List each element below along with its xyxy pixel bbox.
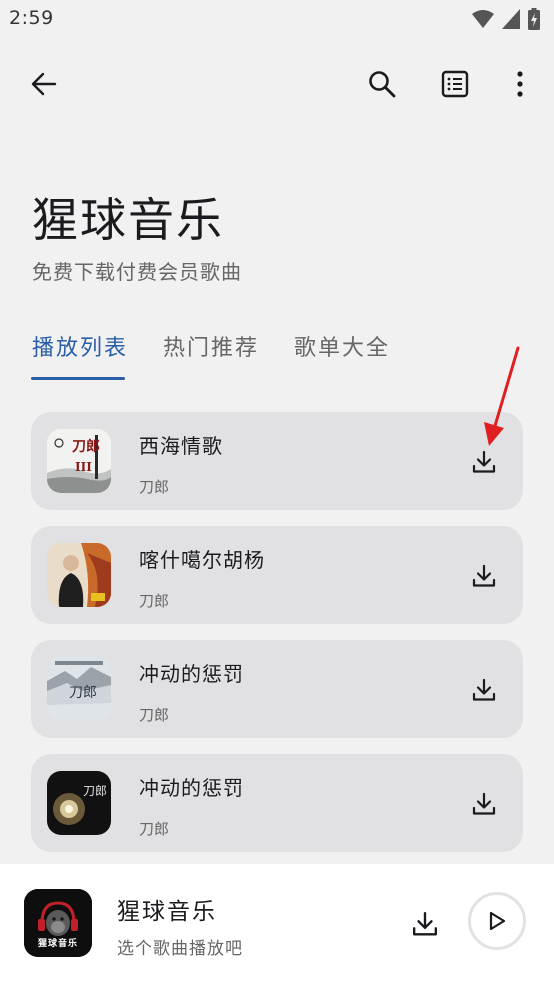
album-cover: 刀郎 III <box>47 429 111 493</box>
download-button[interactable] <box>471 449 497 475</box>
download-icon <box>472 564 496 587</box>
download-icon <box>472 678 496 701</box>
more-vertical-icon <box>517 71 523 97</box>
tab-playlist-collection[interactable]: 歌单大全 <box>294 330 390 362</box>
page-subtitle: 免费下载付费会员歌曲 <box>32 260 242 284</box>
tab-playlist[interactable]: 播放列表 <box>32 330 128 362</box>
wifi-icon <box>472 10 494 28</box>
tab-active-indicator <box>31 377 125 380</box>
battery-charging-icon <box>528 8 540 30</box>
song-title: 冲动的惩罚 <box>139 776 244 800</box>
app-logo-text: 猩球音乐 <box>37 939 78 949</box>
download-icon <box>472 792 496 815</box>
status-bar: 2:59 <box>0 0 554 38</box>
tab-hot-recommend[interactable]: 热门推荐 <box>163 330 259 362</box>
download-button[interactable] <box>471 677 497 703</box>
song-card[interactable]: 刀郎 冲动的惩罚 刀郎 <box>31 640 523 738</box>
toolbar <box>0 56 554 116</box>
album-cover: 刀郎 <box>47 657 111 721</box>
svg-text:刀郎: 刀郎 <box>83 784 107 798</box>
list-view-button[interactable] <box>433 62 477 106</box>
song-artist: 刀郎 <box>139 820 170 838</box>
album-cover: 刀郎 <box>47 771 111 835</box>
app-logo: 猩球音乐 <box>24 889 92 957</box>
cellular-signal-icon <box>502 9 520 29</box>
page-title: 猩球音乐 <box>32 193 224 247</box>
player-download-button[interactable] <box>410 909 440 939</box>
song-title: 西海情歌 <box>139 434 223 458</box>
song-title: 喀什噶尔胡杨 <box>139 548 265 572</box>
song-artist: 刀郎 <box>139 706 170 724</box>
download-button[interactable] <box>471 563 497 589</box>
search-button[interactable] <box>360 62 404 106</box>
search-icon <box>369 71 396 98</box>
song-card[interactable]: 喀什噶尔胡杨 刀郎 <box>31 526 523 624</box>
song-artist: 刀郎 <box>139 592 170 610</box>
download-icon <box>472 450 496 473</box>
back-button[interactable] <box>22 62 66 106</box>
svg-text:刀郎: 刀郎 <box>72 438 100 455</box>
download-button[interactable] <box>471 791 497 817</box>
more-options-button[interactable] <box>500 62 540 106</box>
svg-text:刀郎: 刀郎 <box>69 685 97 701</box>
svg-text:III: III <box>75 460 92 474</box>
song-card[interactable]: 刀郎 冲动的惩罚 刀郎 <box>31 754 523 852</box>
status-icons <box>472 8 540 30</box>
play-button[interactable] <box>468 892 526 950</box>
player-title: 猩球音乐 <box>117 899 217 925</box>
list-view-icon <box>441 70 469 98</box>
album-cover <box>47 543 111 607</box>
song-list: 刀郎 III 西海情歌 刀郎 喀什噶尔胡杨 刀郎 刀郎 冲动的惩罚 刀郎 刀郎 … <box>31 412 523 868</box>
song-artist: 刀郎 <box>139 478 170 496</box>
tab-bar: 播放列表 热门推荐 歌单大全 <box>0 320 554 382</box>
player-subtitle: 选个歌曲播放吧 <box>117 939 243 959</box>
back-arrow-icon <box>31 72 57 96</box>
play-icon <box>489 911 506 931</box>
status-time: 2:59 <box>9 7 54 29</box>
mini-player[interactable]: 猩球音乐 猩球音乐 选个歌曲播放吧 <box>0 864 554 984</box>
song-title: 冲动的惩罚 <box>139 662 244 686</box>
song-card[interactable]: 刀郎 III 西海情歌 刀郎 <box>31 412 523 510</box>
download-icon <box>412 911 438 936</box>
